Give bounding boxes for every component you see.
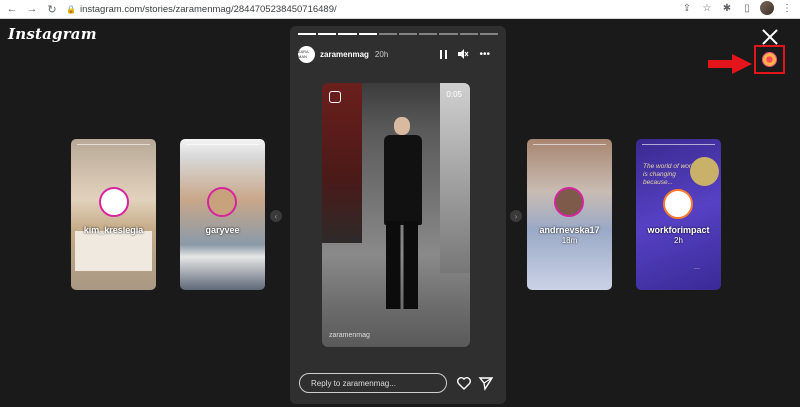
story-username[interactable]: zaramenmag [320, 50, 369, 59]
heart-icon[interactable] [456, 375, 472, 391]
mute-icon[interactable] [457, 48, 469, 60]
lock-icon: 🔒 [66, 4, 76, 14]
story-header: ZARA MAN zaramenmag 20h ••• [298, 44, 498, 64]
story-time: 20h [374, 49, 389, 59]
chevron-left-icon[interactable]: ‹ [270, 210, 282, 222]
address-bar[interactable]: 🔒 instagram.com/stories/zaramenmag/28447… [66, 4, 337, 15]
story-username: garyvee [205, 225, 240, 235]
reel-watermark: zaramenmag [329, 332, 370, 339]
video-timer: 0:05 [446, 90, 462, 99]
extensions-icon[interactable]: ✱ [720, 1, 734, 15]
story-progress [533, 144, 606, 145]
reels-icon [329, 91, 341, 103]
extension-icon[interactable] [762, 52, 777, 67]
annotation-arrow-icon [708, 54, 752, 74]
story-avatar[interactable]: ZARA MAN [298, 45, 315, 63]
menu-icon[interactable]: ⋮ [780, 1, 794, 15]
chevron-right-icon[interactable]: › [510, 210, 522, 222]
side-story-4[interactable]: The world of work is changing because...… [636, 139, 721, 290]
main-story[interactable]: ZARA MAN zaramenmag 20h ••• 0:05 zaramen… [290, 26, 506, 404]
send-icon[interactable] [478, 375, 494, 391]
more-options-icon[interactable]: ••• [479, 49, 490, 60]
story-avatar [99, 187, 129, 217]
story-progress [77, 144, 150, 145]
story-avatar [207, 187, 237, 217]
profile-avatar[interactable] [760, 1, 774, 15]
story-progress [186, 144, 259, 145]
pause-icon[interactable] [440, 49, 448, 59]
story-username: andrnevska17 [539, 225, 600, 235]
url-text: instagram.com/stories/zaramenmag/2844705… [79, 3, 337, 15]
reel-video[interactable]: 0:05 zaramenmag [322, 83, 470, 347]
story-time: 18m [561, 236, 578, 245]
story-tag: … [694, 265, 700, 271]
decor-circle [690, 157, 719, 186]
story-headline: The world of work is changing because... [643, 163, 695, 186]
back-icon[interactable]: ← [4, 1, 20, 17]
story-username: kim_kreslegia [83, 225, 144, 235]
star-icon[interactable]: ☆ [700, 1, 714, 15]
reply-input[interactable]: Reply to zaramenmag... [299, 373, 447, 393]
story-time: 2h [674, 236, 683, 245]
story-avatar [663, 189, 693, 219]
story-progress [642, 144, 715, 145]
story-avatar [554, 187, 584, 217]
instagram-logo[interactable]: Instagram [8, 25, 97, 43]
caption-card [75, 231, 152, 271]
side-story-1[interactable]: kim_kreslegia [71, 139, 156, 290]
browser-toolbar: ← → ↻ 🔒 instagram.com/stories/zaramenmag… [0, 0, 800, 19]
close-icon[interactable] [762, 29, 778, 45]
forward-icon[interactable]: → [24, 1, 40, 17]
reload-icon[interactable]: ↻ [44, 1, 60, 17]
side-story-2[interactable]: garyvee [180, 139, 265, 290]
person-image [380, 113, 426, 313]
sidebar-icon[interactable]: ▯ [740, 1, 754, 15]
share-icon[interactable]: ⇪ [680, 1, 694, 15]
story-username: workforimpact [647, 225, 710, 235]
story-progress-bars [298, 33, 499, 35]
side-story-3[interactable]: andrnevska17 18m [527, 139, 612, 290]
